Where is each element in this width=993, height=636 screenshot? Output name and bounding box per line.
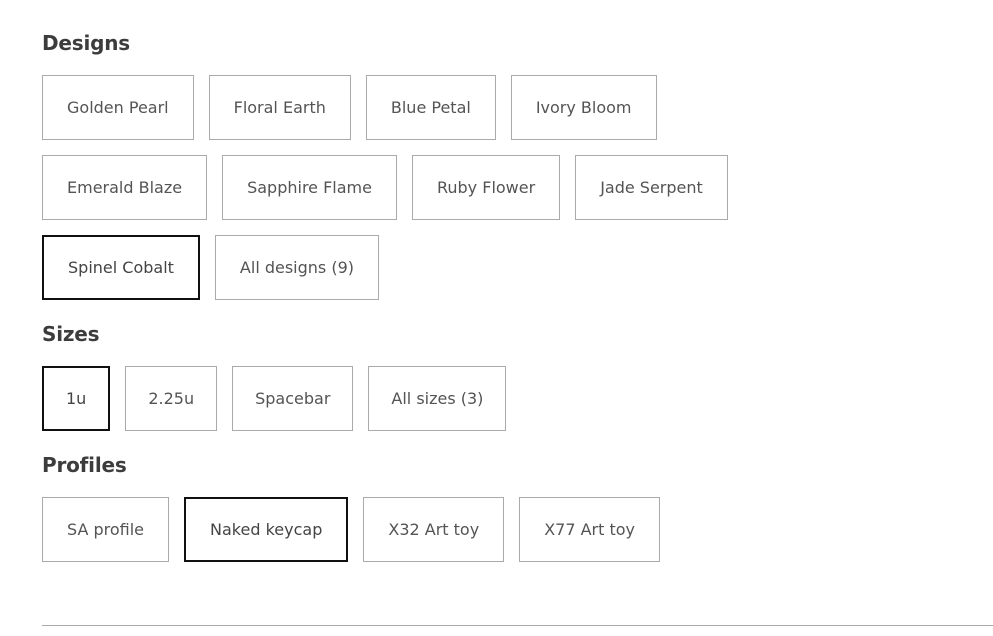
option-row: Golden Pearl Floral Earth Blue Petal Ivory …: [42, 75, 993, 140]
option-button-spinel-cobalt[interactable]: Spinel Cobalt: [42, 235, 200, 300]
bottom-divider: [42, 625, 993, 626]
option-button-all-designs-9[interactable]: All designs (9): [214, 235, 380, 300]
option-button-ivory-bloom[interactable]: Ivory Bloom: [510, 75, 657, 140]
option-button-ruby-flower[interactable]: Ruby Flower: [411, 155, 561, 220]
section-heading-designs: Designs: [42, 31, 130, 55]
option-button-golden-pearl[interactable]: Golden Pearl: [42, 75, 194, 140]
filter-section-sizes: Sizes 1u 2.25u Spacebar All sizes (3): [42, 322, 993, 431]
option-button-1u[interactable]: 1u: [42, 366, 111, 431]
filter-sections: Designs Golden Pearl Floral Earth Blue Peta…: [42, 31, 993, 562]
option-button-emerald-blaze[interactable]: Emerald Blaze: [42, 155, 208, 220]
option-button-x32-art-toy[interactable]: X32 Art toy: [363, 497, 505, 562]
option-button-spacebar[interactable]: Spacebar: [232, 366, 354, 431]
option-button-x77-art-toy[interactable]: X77 Art toy: [519, 497, 661, 562]
filter-section-profiles: Profiles SA profile Naked keycap X32 Art to…: [42, 453, 993, 562]
option-button-jade-serpent[interactable]: Jade Serpent: [575, 155, 728, 220]
option-button-225u[interactable]: 2.25u: [125, 366, 218, 431]
option-row: 1u 2.25u Spacebar All sizes (3): [42, 366, 993, 431]
option-button-sapphire-flame[interactable]: Sapphire Flame: [222, 155, 397, 220]
option-button-sa-profile[interactable]: SA profile: [42, 497, 170, 562]
section-heading-profiles: Profiles: [42, 453, 127, 477]
option-button-all-sizes-3[interactable]: All sizes (3): [368, 366, 507, 431]
option-row: SA profile Naked keycap X32 Art toy X77 Art…: [42, 497, 993, 562]
option-row: Emerald Blaze Sapphire Flame Ruby Flower Ja…: [42, 155, 993, 220]
option-rows-profiles: SA profile Naked keycap X32 Art toy X77 Art…: [42, 497, 993, 562]
option-rows-designs: Golden Pearl Floral Earth Blue Petal Ivory …: [42, 75, 993, 300]
option-row: Spinel Cobalt All designs (9): [42, 235, 993, 300]
filter-panel: Designs Golden Pearl Floral Earth Blue Peta…: [0, 0, 993, 562]
option-button-blue-petal[interactable]: Blue Petal: [365, 75, 496, 140]
option-rows-sizes: 1u 2.25u Spacebar All sizes (3): [42, 366, 993, 431]
section-heading-sizes: Sizes: [42, 322, 100, 346]
option-button-naked-keycap[interactable]: Naked keycap: [184, 497, 349, 562]
option-button-floral-earth[interactable]: Floral Earth: [208, 75, 351, 140]
filter-section-designs: Designs Golden Pearl Floral Earth Blue Peta…: [42, 31, 993, 300]
